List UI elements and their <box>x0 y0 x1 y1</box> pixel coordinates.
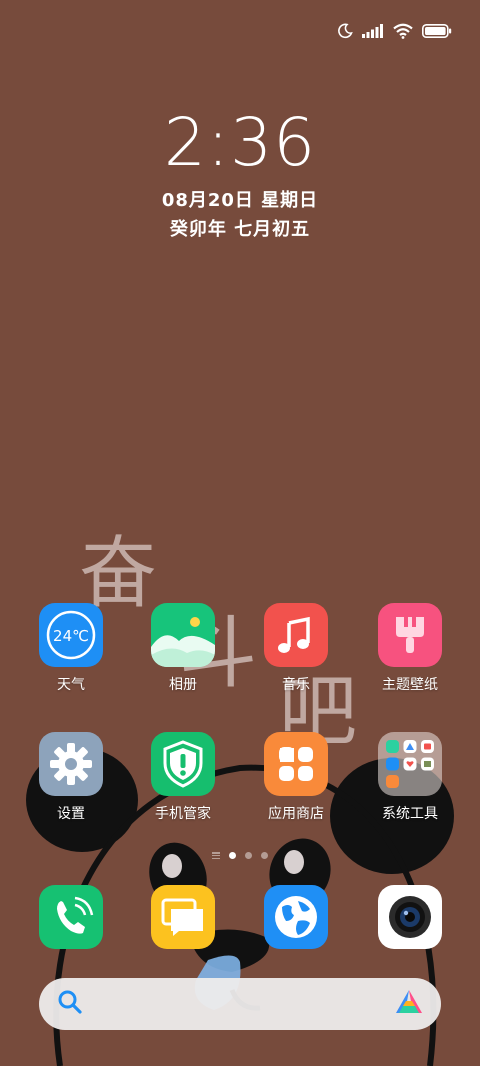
gear-icon[interactable] <box>39 732 103 796</box>
app-themes[interactable]: 主题壁纸 <box>355 603 465 694</box>
app-security[interactable]: 手机管家 <box>128 732 238 823</box>
wifi-icon <box>393 23 413 39</box>
app-label-gallery: 相册 <box>169 677 197 693</box>
dock-camera[interactable] <box>355 885 465 949</box>
page-dot-3 <box>261 852 268 859</box>
dock-messages[interactable] <box>128 885 238 949</box>
app-label-weather: 天气 <box>57 677 85 693</box>
app-label-themes: 主题壁纸 <box>382 677 438 693</box>
assistant-icon[interactable] <box>395 989 423 1019</box>
camera-icon[interactable] <box>378 885 442 949</box>
date[interactable]: 08月20日 星期日 <box>0 186 480 212</box>
app-label-music: 音乐 <box>282 677 310 693</box>
message-icon[interactable] <box>151 885 215 949</box>
app-music[interactable]: 音乐 <box>241 603 351 694</box>
folder-tools[interactable]: 系统工具 <box>355 732 465 823</box>
app-store[interactable]: 应用商店 <box>241 732 351 823</box>
app-label-store: 应用商店 <box>268 806 324 822</box>
status-bar <box>337 18 452 44</box>
cellular-signal-icon <box>362 24 384 38</box>
page-indicator[interactable] <box>212 852 268 859</box>
app-label-settings: 设置 <box>57 806 85 822</box>
page-dot-2 <box>245 852 252 859</box>
dock-phone[interactable] <box>16 885 126 949</box>
shield-icon[interactable] <box>151 732 215 796</box>
weather-icon[interactable]: 24℃ <box>39 603 103 667</box>
app-store-icon[interactable] <box>264 732 328 796</box>
app-weather[interactable]: 24℃ 天气 <box>16 603 126 694</box>
search-icon[interactable] <box>57 989 83 1019</box>
gallery-icon[interactable] <box>151 603 215 667</box>
moon-icon <box>337 23 353 39</box>
phone-icon[interactable] <box>39 885 103 949</box>
folder-icon[interactable] <box>378 732 442 796</box>
clock-time[interactable]: 2:36 <box>0 104 480 182</box>
globe-icon[interactable] <box>264 885 328 949</box>
search-bar[interactable] <box>39 978 441 1030</box>
weather-temperature: 24℃ <box>53 627 89 645</box>
page-dot-1 <box>229 852 236 859</box>
app-settings[interactable]: 设置 <box>16 732 126 823</box>
lunar-date: 癸卯年 七月初五 <box>169 219 311 240</box>
music-note-icon[interactable] <box>264 603 328 667</box>
paintbrush-icon[interactable] <box>378 603 442 667</box>
page-list-icon <box>212 852 220 859</box>
dock-browser[interactable] <box>241 885 351 949</box>
app-label-security: 手机管家 <box>155 806 211 822</box>
app-gallery[interactable]: 相册 <box>128 603 238 694</box>
battery-icon <box>422 24 452 38</box>
app-label-tools: 系统工具 <box>382 806 438 822</box>
